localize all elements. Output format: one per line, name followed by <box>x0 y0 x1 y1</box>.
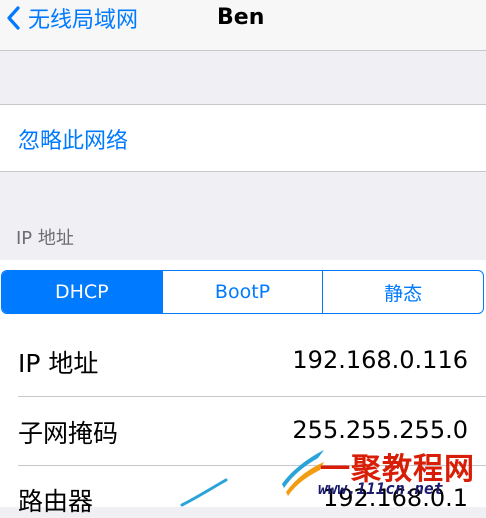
forget-network-button[interactable]: 忽略此网络 <box>18 123 128 155</box>
chevron-left-icon <box>6 6 20 30</box>
field-label-subnet-mask: 子网掩码 <box>18 419 119 448</box>
page-title: Ben <box>217 5 265 30</box>
field-label-ip-address: IP 地址 <box>18 349 99 378</box>
field-value-ip-address: 192.168.0.116 <box>292 346 468 374</box>
navigation-bar: 无线局域网 Ben <box>0 0 486 51</box>
back-label: 无线局域网 <box>28 8 139 33</box>
section-header-ip: IP 地址 <box>16 228 74 249</box>
separator <box>0 171 486 172</box>
watermark-url: www.111cn.net <box>318 479 444 498</box>
segment-dhcp[interactable]: DHCP <box>2 271 162 313</box>
field-value-subnet-mask: 255.255.255.0 <box>292 416 468 444</box>
segment-static[interactable]: 静态 <box>322 271 483 313</box>
field-label-router: 路由器 <box>18 487 94 516</box>
separator <box>18 396 486 397</box>
segment-bootp[interactable]: BootP <box>161 271 323 313</box>
back-button[interactable]: 无线局域网 <box>6 0 138 36</box>
watermark-stroke <box>180 478 228 507</box>
ip-mode-segmented-control[interactable]: DHCP BootP 静态 <box>1 270 484 314</box>
